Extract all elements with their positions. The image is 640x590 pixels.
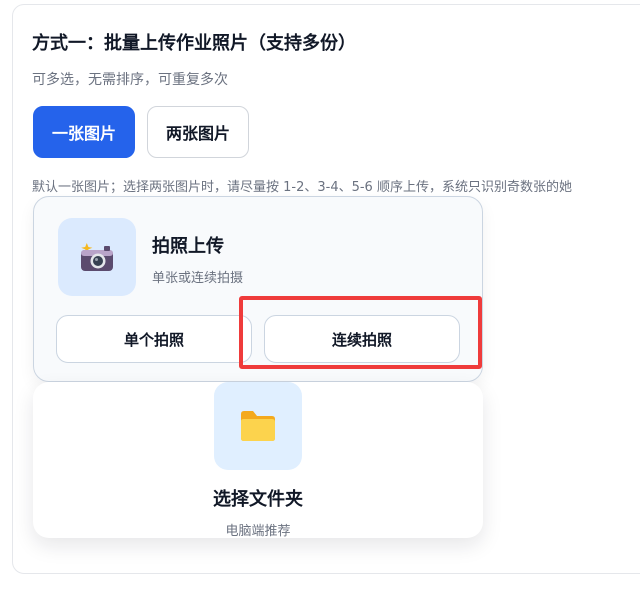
camera-icon-tile bbox=[58, 218, 136, 296]
camera-icon bbox=[81, 243, 113, 271]
folder-icon bbox=[241, 411, 275, 441]
one-image-button[interactable]: 一张图片 bbox=[33, 106, 135, 158]
folder-icon-tile bbox=[214, 382, 302, 470]
photo-upload-card: 拍照上传 单张或连续拍摄 单个拍照 连续拍照 bbox=[33, 196, 483, 382]
two-images-button[interactable]: 两张图片 bbox=[147, 106, 249, 158]
section-subtitle: 可多选，无需排序，可重复多次 bbox=[32, 72, 228, 88]
folder-upload-subtitle: 电脑端推荐 bbox=[225, 524, 291, 539]
single-photo-button[interactable]: 单个拍照 bbox=[56, 315, 252, 363]
section-title: 方式一：批量上传作业照片（支持多份） bbox=[32, 33, 356, 54]
folder-upload-title: 选择文件夹 bbox=[213, 489, 303, 510]
upload-hint-text: 默认一张图片；选择两张图片时，请尽量按 1-2、3-4、5-6 顺序上传，系统只… bbox=[32, 180, 572, 195]
photo-upload-title: 拍照上传 bbox=[152, 236, 224, 257]
continuous-photo-button[interactable]: 连续拍照 bbox=[264, 315, 460, 363]
folder-upload-card[interactable]: 选择文件夹 电脑端推荐 bbox=[33, 382, 483, 539]
photo-upload-subtitle: 单张或连续拍摄 bbox=[152, 271, 244, 286]
